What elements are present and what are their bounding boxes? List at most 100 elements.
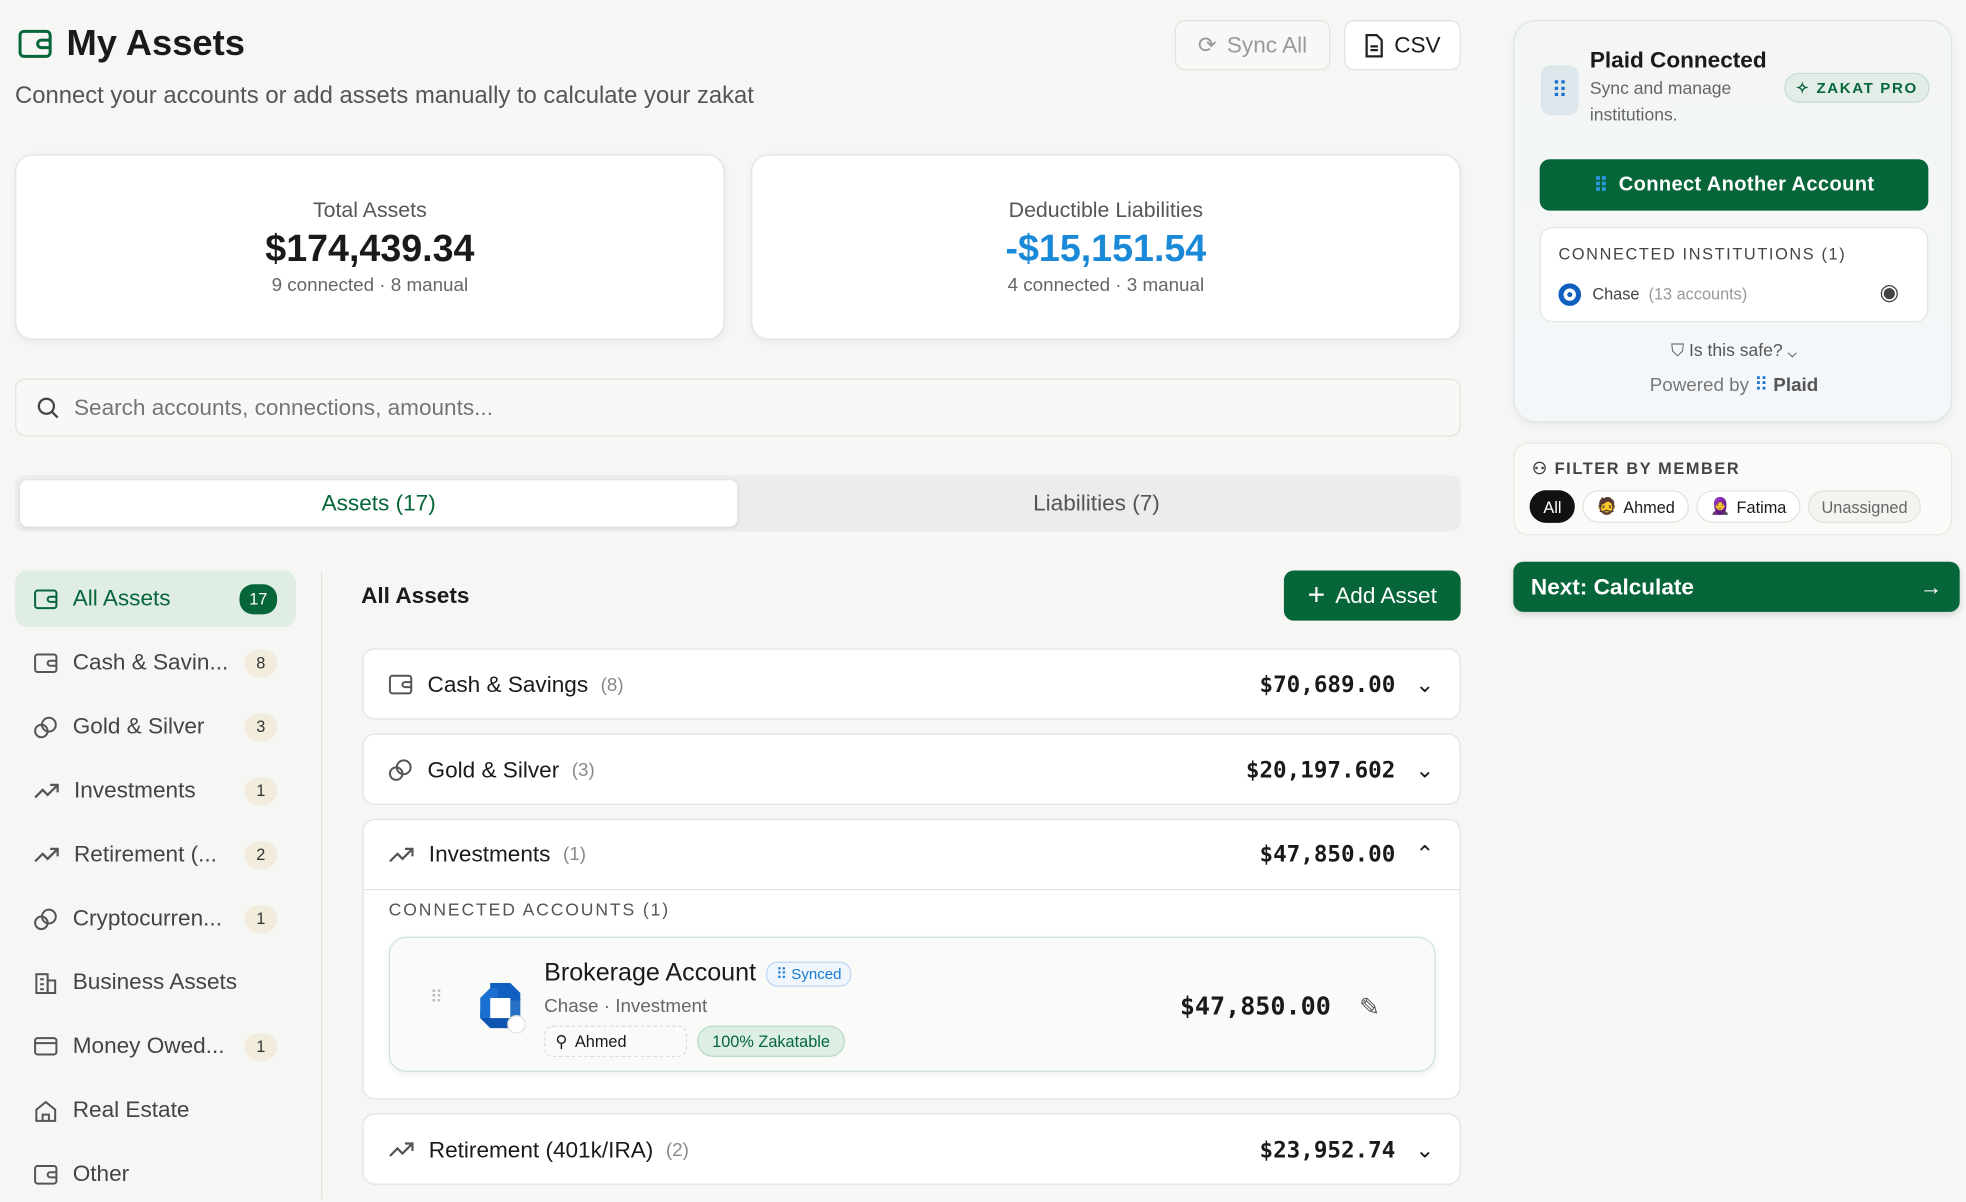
sidebar-item-label: Business Assets <box>73 969 296 995</box>
plaid-subtitle: Sync and manage institutions. <box>1590 75 1766 128</box>
sidebar-item-label: Cash & Savin... <box>73 649 245 675</box>
member-chip-unassigned[interactable]: Unassigned <box>1808 490 1922 523</box>
filter-label: FILTER BY MEMBER <box>1555 459 1741 478</box>
account-subtitle: Chase · Investment <box>544 996 707 1017</box>
sync-all-button[interactable]: ⟳Sync All <box>1175 20 1330 70</box>
sidebar-item[interactable]: Real Estate <box>15 1082 296 1138</box>
sidebar-item[interactable]: Cash & Savin...8 <box>15 634 296 690</box>
search-input[interactable] <box>74 394 1459 420</box>
liabilities-sub: 4 connected · 3 manual <box>752 275 1459 296</box>
sidebar-item[interactable]: Cryptocurren...1 <box>15 890 296 946</box>
institution-count: (13 accounts) <box>1649 285 1748 304</box>
liabilities-label: Deductible Liabilities <box>752 198 1459 223</box>
edit-pencil-icon[interactable]: ✎ <box>1359 992 1380 1023</box>
eye-icon[interactable]: ◉ <box>1879 280 1899 306</box>
member-chip-all[interactable]: All <box>1530 490 1576 523</box>
member-chip-fatima[interactable]: 🧕Fatima <box>1696 490 1800 523</box>
total-assets-label: Total Assets <box>16 198 723 223</box>
category-count: (1) <box>563 844 586 865</box>
sidebar-item-label: All Assets <box>73 586 240 612</box>
plaid-logo-icon: ⠿ <box>1541 65 1579 115</box>
search-icon <box>36 396 59 419</box>
sidebar-item-count: 1 <box>244 777 277 805</box>
sidebar-item[interactable]: Other <box>15 1146 296 1202</box>
plaid-panel: ⠿ Plaid Connected Sync and manage instit… <box>1513 20 1952 422</box>
page-subtitle: Connect your accounts or add assets manu… <box>15 83 754 111</box>
zakat-pro-badge: ✧ZAKAT PRO <box>1784 73 1929 103</box>
liabilities-value: -$15,151.54 <box>752 228 1459 271</box>
sidebar-item[interactable]: All Assets17 <box>15 570 296 626</box>
liabilities-card: Deductible Liabilities -$15,151.54 4 con… <box>751 154 1461 340</box>
add-asset-button[interactable]: +Add Asset <box>1284 570 1461 620</box>
chevron-down-icon[interactable]: ⌄ <box>1415 1137 1434 1163</box>
category-amount: $47,850.00 <box>1259 841 1395 867</box>
institutions-label: CONNECTED INSTITUTIONS (1) <box>1558 244 1846 263</box>
sidebar-item-label: Gold & Silver <box>73 713 245 739</box>
synced-label: Synced <box>791 965 841 983</box>
chevron-down-icon[interactable]: ⌄ <box>1415 671 1434 697</box>
is-this-safe-toggle[interactable]: ⛉ Is this safe? ⌄ <box>1515 340 1954 361</box>
member-name: Ahmed <box>575 1032 627 1051</box>
sidebar-item[interactable]: Retirement (...2 <box>15 826 296 882</box>
chevron-down-icon: ⌄ <box>1788 340 1797 360</box>
next-label: Next: Calculate <box>1531 574 1920 600</box>
sidebar-item[interactable]: Money Owed...1 <box>15 1018 296 1074</box>
connected-accounts-label: CONNECTED ACCOUNTS (1) <box>389 899 1460 919</box>
wallet-icon <box>18 28 53 61</box>
coins-icon <box>34 907 58 930</box>
account-name: Brokerage Account <box>544 959 756 988</box>
next-calculate-button[interactable]: Next: Calculate→ <box>1513 562 1959 612</box>
connect-another-account-button[interactable]: ⠿Connect Another Account <box>1540 159 1929 210</box>
csv-button[interactable]: CSV <box>1344 20 1461 70</box>
sidebar-item-count: 1 <box>244 905 277 933</box>
connected-institutions-box: CONNECTED INSTITUTIONS (1) Chase (13 acc… <box>1540 227 1929 322</box>
total-assets-value: $174,439.34 <box>16 228 723 271</box>
sidebar-item[interactable]: Gold & Silver3 <box>15 698 296 754</box>
arrow-right-icon: → <box>1920 574 1943 600</box>
chevron-down-icon[interactable]: ⌄ <box>1415 757 1434 783</box>
drag-handle-icon[interactable]: ⠿ <box>430 993 443 1002</box>
trend-up-icon <box>34 782 59 800</box>
chevron-up-icon[interactable]: ⌃ <box>1415 841 1434 867</box>
building-icon <box>34 971 58 994</box>
category-gold-silver[interactable]: Gold & Silver(3)$20,197.602⌄ <box>362 733 1460 804</box>
tab-assets[interactable]: Assets (17) <box>20 480 737 526</box>
category-amount: $23,952.74 <box>1259 1137 1395 1163</box>
user-icon: ⚲ <box>555 1031 567 1051</box>
category-amount: $70,689.00 <box>1259 671 1395 697</box>
shield-icon: ⛉ <box>1671 340 1684 360</box>
category-name: Retirement (401k/IRA) <box>429 1137 654 1163</box>
account-card[interactable]: ⠿ Brokerage Account ⠿ Synced Chase · Inv… <box>389 937 1436 1072</box>
card-icon <box>34 1037 58 1056</box>
refresh-icon: ⟳ <box>1198 32 1217 58</box>
sidebar-item-count: 8 <box>244 649 277 677</box>
chase-logo-icon <box>1558 283 1581 306</box>
zakatable-badge[interactable]: 100% Zakatable <box>697 1026 845 1057</box>
sidebar-item[interactable]: Business Assets <box>15 954 296 1010</box>
plaid-icon: ⠿ <box>1594 172 1609 197</box>
institution-name: Chase <box>1592 285 1639 304</box>
coins-icon <box>34 715 58 738</box>
search-field[interactable] <box>15 379 1461 437</box>
institution-row[interactable]: Chase (13 accounts) <box>1592 285 1747 304</box>
member-chip-ahmed[interactable]: 🧔Ahmed <box>1583 490 1689 523</box>
trend-up-icon <box>389 846 414 864</box>
category-count: (3) <box>572 759 595 780</box>
home-icon <box>34 1099 58 1122</box>
total-assets-sub: 9 connected · 8 manual <box>16 275 723 296</box>
category-header[interactable]: Investments(1)$47,850.00⌃ <box>364 820 1460 890</box>
sidebar-item-label: Other <box>73 1161 296 1187</box>
safe-label: Is this safe? <box>1689 340 1783 360</box>
member-select[interactable]: ⚲ Ahmed <box>544 1026 687 1057</box>
sidebar-item-label: Cryptocurren... <box>73 905 245 931</box>
category-retirement[interactable]: Retirement (401k/IRA)(2)$23,952.74⌄ <box>362 1113 1460 1184</box>
sidebar-item[interactable]: Investments1 <box>15 762 296 818</box>
category-amount: $20,197.602 <box>1246 757 1395 783</box>
category-cash-savings[interactable]: Cash & Savings(8)$70,689.00⌄ <box>362 648 1460 719</box>
powered-by: Powered by ⠿ Plaid <box>1515 374 1954 397</box>
total-assets-card: Total Assets $174,439.34 9 connected · 8… <box>15 154 725 340</box>
tab-liabilities[interactable]: Liabilities (7) <box>737 480 1455 526</box>
powered-by-label: Powered by <box>1650 375 1749 396</box>
plaid-icon: ⠿ <box>776 965 791 983</box>
category-count: (8) <box>601 674 624 695</box>
